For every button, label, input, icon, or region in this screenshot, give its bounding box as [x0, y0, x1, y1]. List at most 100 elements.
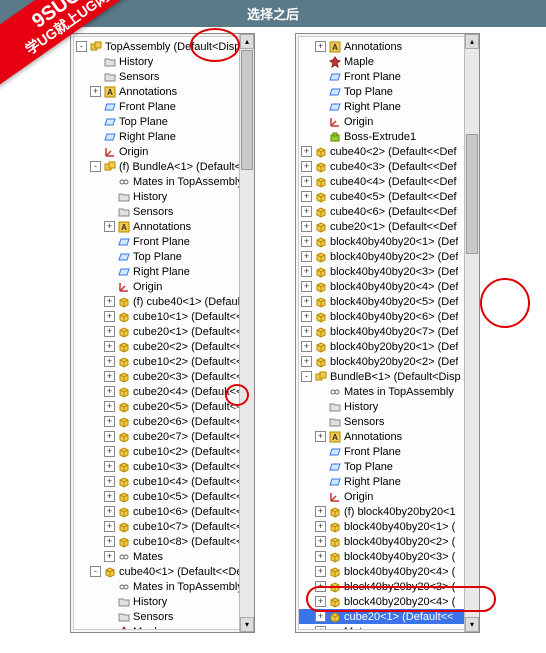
tree-node[interactable]: Origin [74, 279, 251, 294]
expand-icon[interactable]: + [301, 161, 312, 172]
tree-node[interactable]: +cube10<6> (Default<< [74, 504, 251, 519]
expand-icon[interactable]: + [90, 86, 101, 97]
tree-node[interactable]: +cube40<6> (Default<<Def [299, 204, 476, 219]
tree-node[interactable]: -TopAssembly (Default<Displ [74, 39, 251, 54]
tree-node[interactable]: +block40by40by20<3> ( [299, 549, 476, 564]
tree-node[interactable]: +AAnnotations [74, 219, 251, 234]
expand-icon[interactable]: + [104, 401, 115, 412]
tree-node[interactable]: Boss-Extrude1 [299, 129, 476, 144]
tree-node[interactable]: +cube20<2> (Default<< [74, 339, 251, 354]
expand-icon[interactable]: + [301, 251, 312, 262]
right-tree[interactable]: +AAnnotationsMapleFront PlaneTop PlaneRi… [299, 37, 476, 630]
tree-node[interactable]: +cube40<3> (Default<<Def [299, 159, 476, 174]
tree-node[interactable]: History [74, 189, 251, 204]
tree-node[interactable]: +cube40<2> (Default<<Def [299, 144, 476, 159]
tree-node[interactable]: +cube10<2> (Default<< [74, 444, 251, 459]
tree-node[interactable]: History [74, 594, 251, 609]
tree-node[interactable]: Sensors [74, 69, 251, 84]
expand-icon[interactable]: + [104, 551, 115, 562]
expand-icon[interactable]: + [315, 566, 326, 577]
expand-icon[interactable]: + [301, 236, 312, 247]
tree-node[interactable]: +block40by40by20<2> ( [299, 534, 476, 549]
tree-node[interactable]: +cube20<6> (Default<< [74, 414, 251, 429]
scroll-thumb[interactable] [241, 50, 253, 170]
tree-node[interactable]: -BundleB<1> (Default<Disp [299, 369, 476, 384]
tree-node[interactable]: +block40by40by20<7> (Def [299, 324, 476, 339]
tree-node[interactable]: +cube20<7> (Default<< [74, 429, 251, 444]
tree-node[interactable]: History [299, 399, 476, 414]
expand-icon[interactable]: + [301, 356, 312, 367]
tree-node[interactable]: +block40by40by20<1> ( [299, 519, 476, 534]
tree-node[interactable]: Top Plane [74, 114, 251, 129]
tree-node[interactable]: +cube20<1> (Default<< [299, 609, 476, 624]
tree-node[interactable]: Right Plane [74, 129, 251, 144]
scroll-down-button[interactable]: ▾ [240, 617, 254, 632]
expand-icon[interactable]: + [104, 221, 115, 232]
expand-icon[interactable]: + [301, 191, 312, 202]
tree-node[interactable]: Mates in TopAssembly [74, 579, 251, 594]
expand-icon[interactable]: + [301, 266, 312, 277]
tree-node[interactable]: Front Plane [74, 99, 251, 114]
tree-node[interactable]: Sensors [74, 204, 251, 219]
scroll-down-button[interactable]: ▾ [465, 617, 479, 632]
tree-node[interactable]: +block40by20by20<3> ( [299, 579, 476, 594]
expand-icon[interactable]: + [301, 206, 312, 217]
expand-icon[interactable]: + [104, 521, 115, 532]
expand-icon[interactable]: + [301, 341, 312, 352]
tree-node[interactable]: +block40by40by20<1> (Def [299, 234, 476, 249]
tree-node[interactable]: +block40by40by20<5> (Def [299, 294, 476, 309]
tree-node[interactable]: +cube10<8> (Default<< [74, 534, 251, 549]
tree-node[interactable]: Origin [299, 114, 476, 129]
expand-icon[interactable]: + [104, 341, 115, 352]
tree-node[interactable]: +(f) block40by20by20<1 [299, 504, 476, 519]
expand-icon[interactable]: + [104, 296, 115, 307]
tree-node[interactable]: +cube20<3> (Default<< [74, 369, 251, 384]
collapse-icon[interactable]: - [90, 161, 101, 172]
tree-node[interactable]: +cube10<3> (Default<< [74, 459, 251, 474]
tree-node[interactable]: Sensors [299, 414, 476, 429]
tree-node[interactable]: +block40by40by20<6> (Def [299, 309, 476, 324]
tree-node[interactable]: +cube20<1> (Default<<Def [299, 219, 476, 234]
tree-node[interactable]: +Mates [74, 549, 251, 564]
expand-icon[interactable]: + [315, 41, 326, 52]
tree-node[interactable]: +cube40<4> (Default<<Def [299, 174, 476, 189]
tree-node[interactable]: Maple [299, 54, 476, 69]
collapse-icon[interactable]: - [76, 41, 87, 52]
expand-icon[interactable]: + [104, 326, 115, 337]
expand-icon[interactable]: + [315, 581, 326, 592]
tree-node[interactable]: -cube40<1> (Default<<Def [74, 564, 251, 579]
tree-node[interactable]: +cube10<1> (Default<< [74, 309, 251, 324]
expand-icon[interactable]: + [104, 476, 115, 487]
tree-node[interactable]: +cube20<5> (Default<< [74, 399, 251, 414]
expand-icon[interactable]: + [315, 521, 326, 532]
tree-node[interactable]: +AAnnotations [299, 429, 476, 444]
expand-icon[interactable]: + [315, 506, 326, 517]
scrollbar[interactable]: ▴ ▾ [464, 34, 479, 632]
expand-icon[interactable]: + [315, 626, 326, 630]
expand-icon[interactable]: + [104, 356, 115, 367]
tree-node[interactable]: +cube40<5> (Default<<Def [299, 189, 476, 204]
expand-icon[interactable]: + [104, 416, 115, 427]
tree-node[interactable]: Right Plane [74, 264, 251, 279]
tree-node[interactable]: +block40by40by20<4> ( [299, 564, 476, 579]
expand-icon[interactable]: + [104, 461, 115, 472]
tree-node[interactable]: Front Plane [299, 69, 476, 84]
expand-icon[interactable]: + [315, 431, 326, 442]
tree-node[interactable]: +Mates [299, 624, 476, 630]
tree-node[interactable]: Top Plane [74, 249, 251, 264]
expand-icon[interactable]: + [301, 311, 312, 322]
expand-icon[interactable]: + [315, 611, 326, 622]
tree-node[interactable]: Front Plane [74, 234, 251, 249]
tree-node[interactable]: +block40by40by20<4> (Def [299, 279, 476, 294]
tree-node[interactable]: Mates in TopAssembly [299, 384, 476, 399]
expand-icon[interactable]: + [104, 371, 115, 382]
expand-icon[interactable]: + [315, 536, 326, 547]
expand-icon[interactable]: + [104, 311, 115, 322]
expand-icon[interactable]: + [301, 281, 312, 292]
tree-node[interactable]: Mates in TopAssembly [74, 174, 251, 189]
tree-node[interactable]: +block40by20by20<2> (Def [299, 354, 476, 369]
tree-node[interactable]: Sensors [74, 609, 251, 624]
expand-icon[interactable]: + [315, 596, 326, 607]
expand-icon[interactable]: + [301, 296, 312, 307]
tree-node[interactable]: +block40by40by20<3> (Def [299, 264, 476, 279]
